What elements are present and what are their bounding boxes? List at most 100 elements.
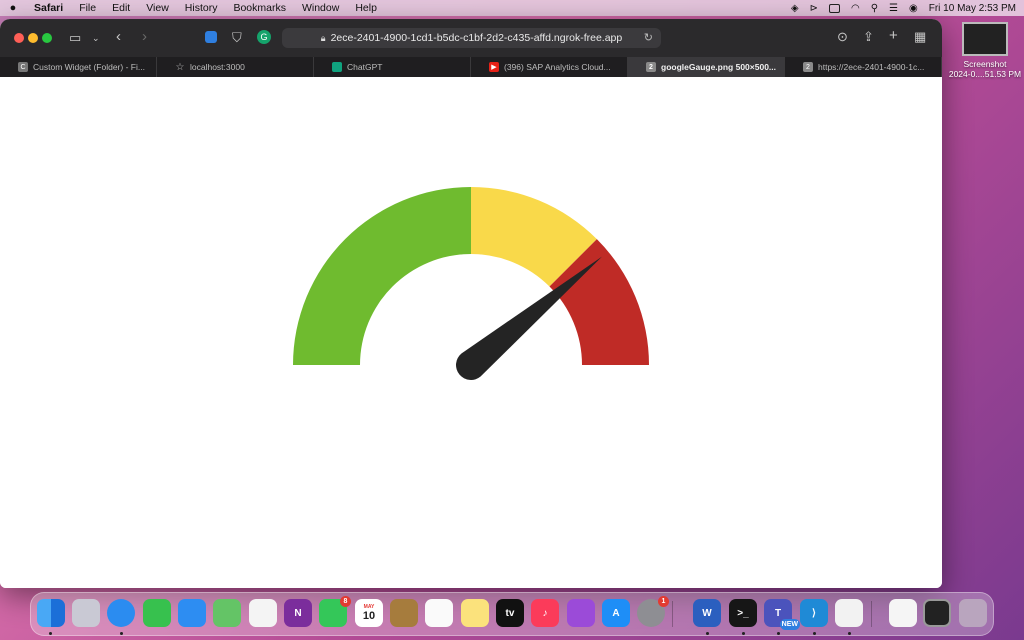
running-indicator <box>777 632 780 635</box>
minimize-window-button[interactable] <box>28 33 38 43</box>
new-tab-icon[interactable]: + <box>889 28 898 43</box>
desktop-file-screenshot[interactable]: Screenshot 2024-0....51.53 PM <box>946 22 1024 79</box>
dock-separator <box>871 601 872 627</box>
downloads-icon[interactable]: ⊙ <box>837 30 848 44</box>
play-status-icon[interactable]: ⊳ <box>810 3 818 14</box>
tab-overview-icon[interactable]: ▦ <box>914 30 926 44</box>
chatgpt-icon <box>332 62 342 72</box>
forward-icon[interactable]: › <box>142 29 147 44</box>
podcasts-icon[interactable] <box>567 599 595 627</box>
menubar-clock[interactable]: Fri 10 May 2:53 PM <box>929 3 1016 14</box>
youtube-icon: ▶ <box>489 62 499 72</box>
tab-label: https://2ece-2401-4900-1c... <box>818 62 925 72</box>
sidebar-toggle-icon[interactable]: ▭ <box>69 31 81 45</box>
battery-icon[interactable] <box>828 3 840 13</box>
gauge-chart <box>293 187 649 381</box>
tab-favicon-icon: 2 <box>803 62 813 72</box>
tab-label: Custom Widget (Folder) - Fi... <box>33 62 145 72</box>
extension-play-icon[interactable] <box>205 31 217 43</box>
running-indicator <box>49 632 52 635</box>
running-indicator <box>848 632 851 635</box>
menu-bookmarks[interactable]: Bookmarks <box>225 0 294 16</box>
tab-google-gauge[interactable]: 2 googleGauge.png 500×500... <box>628 57 785 77</box>
menu-edit[interactable]: Edit <box>104 0 138 16</box>
calendar-icon[interactable]: MAY 10 <box>355 599 383 627</box>
back-icon[interactable]: ‹ <box>116 29 121 44</box>
browser-toolbar: ▭ ⌄ ‹ › ⛉ G 🔒︎ 2ece-2401-4900-1cd1-b5dc-… <box>0 19 942 57</box>
app-store-icon[interactable]: A <box>602 599 630 627</box>
safari-icon[interactable] <box>107 599 135 627</box>
control-center-icon[interactable]: ☰ <box>889 3 898 14</box>
menu-view[interactable]: View <box>138 0 177 16</box>
zoom-window-button[interactable] <box>42 33 52 43</box>
settings-badge: 1 <box>658 596 669 607</box>
screenshot-stack-icon[interactable] <box>923 599 951 627</box>
running-indicator <box>706 632 709 635</box>
tab-localhost[interactable]: ☆ localhost:3000 <box>157 57 314 77</box>
word-icon[interactable]: W <box>693 599 721 627</box>
trash-icon[interactable] <box>959 599 987 627</box>
menu-window[interactable]: Window <box>294 0 347 16</box>
spotlight-search-icon[interactable]: ⚲ <box>871 3 878 14</box>
tab-bar: C Custom Widget (Folder) - Fi... ☆ local… <box>0 57 942 77</box>
tab-favicon-icon: C <box>18 62 28 72</box>
textedit-icon[interactable] <box>835 599 863 627</box>
menu-history[interactable]: History <box>177 0 226 16</box>
maps-icon[interactable] <box>213 599 241 627</box>
notes-icon[interactable] <box>461 599 489 627</box>
tab-youtube-sap[interactable]: ▶ (396) SAP Analytics Cloud... <box>471 57 628 77</box>
close-window-button[interactable] <box>14 33 24 43</box>
desktop-file-date: 2024-0....51.53 PM <box>948 69 1022 79</box>
tab-chatgpt[interactable]: ChatGPT <box>314 57 471 77</box>
tab-label: localhost:3000 <box>190 62 245 72</box>
launchpad-icon[interactable] <box>72 599 100 627</box>
apple-tv-icon[interactable]: tv <box>496 599 524 627</box>
url-text[interactable]: 2ece-2401-4900-1cd1-b5dc-c1bf-2d2-c435-a… <box>331 32 623 44</box>
dock-separator <box>672 601 673 627</box>
running-indicator <box>120 632 123 635</box>
siri-icon[interactable]: ◉ <box>909 3 918 14</box>
vscode-icon[interactable]: ⟩ <box>800 599 828 627</box>
mail-icon[interactable] <box>178 599 206 627</box>
menu-bar: ● Safari File Edit View History Bookmark… <box>0 0 1024 16</box>
star-icon: ☆ <box>175 61 185 73</box>
safari-window: ▭ ⌄ ‹ › ⛉ G 🔒︎ 2ece-2401-4900-1cd1-b5dc-… <box>0 19 942 588</box>
finder-icon[interactable] <box>37 599 65 627</box>
tab-label: ChatGPT <box>347 62 383 72</box>
contacts-icon[interactable] <box>390 599 418 627</box>
apple-menu-icon[interactable]: ● <box>0 2 26 14</box>
tab-label: googleGauge.png 500×500... <box>661 62 777 72</box>
running-indicator <box>742 632 745 635</box>
teams-icon[interactable]: T NEW <box>764 599 800 630</box>
privacy-shield-icon[interactable]: ⛉ <box>232 31 242 45</box>
menu-file[interactable]: File <box>71 0 104 16</box>
tab-ngrok-url[interactable]: 2 https://2ece-2401-4900-1c... <box>785 57 942 77</box>
music-icon[interactable]: ♪ <box>531 599 559 627</box>
facetime-badge: 8 <box>340 596 351 607</box>
document-file-icon[interactable] <box>889 599 917 627</box>
chevron-down-icon[interactable]: ⌄ <box>92 31 100 45</box>
share-icon[interactable]: ⇪ <box>863 30 874 44</box>
page-content <box>0 77 942 588</box>
file-thumbnail <box>962 22 1008 56</box>
wifi-icon[interactable]: ◠ <box>851 3 860 14</box>
reload-icon[interactable]: ↻ <box>644 31 653 44</box>
calendar-day: 10 <box>362 610 376 622</box>
photos-icon[interactable] <box>249 599 277 627</box>
onenote-icon[interactable]: N <box>284 599 312 627</box>
address-bar[interactable]: 🔒︎ 2ece-2401-4900-1cd1-b5dc-c1bf-2d2-c43… <box>282 28 661 48</box>
tab-label: (396) SAP Analytics Cloud... <box>504 62 611 72</box>
running-indicator <box>813 632 816 635</box>
tab-favicon-icon: 2 <box>646 62 656 72</box>
messages-icon[interactable] <box>143 599 171 627</box>
gauge-segment-green <box>293 187 471 365</box>
tab-custom-widget[interactable]: C Custom Widget (Folder) - Fi... <box>0 57 157 77</box>
menu-app-safari[interactable]: Safari <box>26 0 71 16</box>
layers-status-icon[interactable]: ◈ <box>791 3 799 14</box>
terminal-icon[interactable]: >_ <box>729 599 757 627</box>
grammarly-icon[interactable]: G <box>257 30 271 44</box>
menu-help[interactable]: Help <box>347 0 385 16</box>
facetime-icon[interactable]: 8 <box>319 596 351 627</box>
reminders-icon[interactable] <box>425 599 453 627</box>
system-settings-icon[interactable]: 1 <box>637 596 669 627</box>
